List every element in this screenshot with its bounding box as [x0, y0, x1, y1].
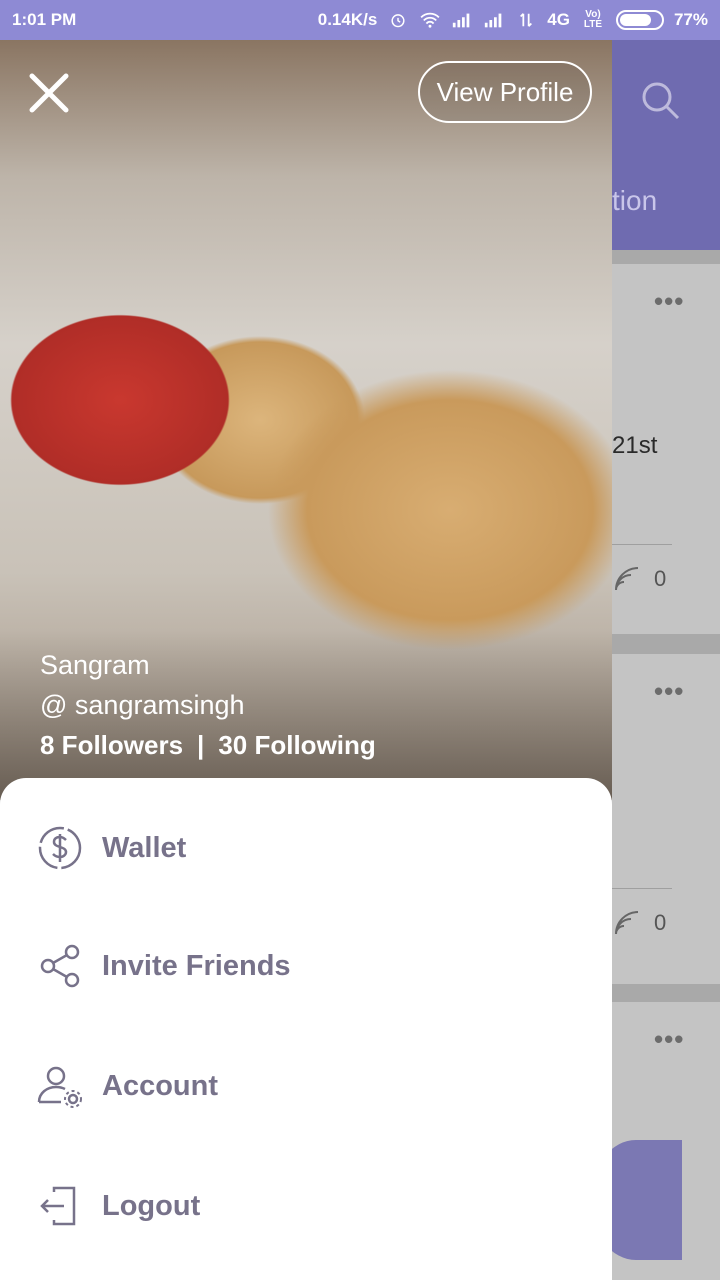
logout-icon	[40, 1186, 76, 1226]
menu-item-label: Invite Friends	[102, 949, 291, 982]
card-count: 0	[654, 910, 667, 935]
followers-count[interactable]: 8 Followers	[40, 730, 183, 761]
card-divider	[612, 888, 672, 889]
background-tab-label[interactable]: tion	[612, 185, 657, 217]
menu-item-logout[interactable]: Logout	[36, 1176, 200, 1236]
volte-badge: Vo) LTE	[583, 9, 603, 30]
stats-separator: |	[197, 730, 205, 760]
more-options-icon[interactable]: •••	[654, 676, 684, 707]
network-speed: 0.14K/s	[317, 10, 378, 29]
close-icon[interactable]	[24, 68, 74, 118]
share-icon	[40, 944, 80, 988]
signal-icon	[453, 13, 470, 28]
card-stat: 0	[612, 564, 666, 594]
menu-item-account[interactable]: Account	[36, 1056, 218, 1116]
account-settings-icon	[37, 1066, 82, 1108]
more-options-icon[interactable]: •••	[654, 286, 684, 317]
menu-item-label: Wallet	[102, 831, 187, 864]
background-card[interactable]: ••• 21st 0	[612, 264, 720, 634]
data-transfer-icon	[520, 13, 533, 27]
profile-name: Sangram	[40, 650, 150, 680]
drawer-menu: Wallet Invite Friends Account Logout	[0, 778, 612, 1280]
view-profile-button[interactable]: View Profile	[418, 61, 592, 123]
more-options-icon[interactable]: •••	[654, 1024, 684, 1055]
broadcast-icon	[615, 911, 639, 935]
alarm-icon	[391, 14, 405, 28]
status-bar: 1:01 PM 0.14K/s 4G Vo) LTE 77%	[0, 0, 720, 40]
battery-icon	[615, 10, 664, 30]
following-count[interactable]: 30 Following	[218, 730, 375, 761]
signal-icon-2	[485, 13, 502, 28]
broadcast-icon	[615, 567, 639, 591]
screen: 1:01 PM 0.14K/s 4G Vo) LTE 77% tion ••• 2…	[0, 0, 720, 1280]
status-time: 1:01 PM	[12, 10, 77, 29]
search-icon[interactable]	[638, 78, 682, 122]
background-card[interactable]: ••• 0	[612, 654, 720, 984]
battery-percent: 77%	[673, 10, 708, 29]
wifi-icon	[420, 12, 440, 28]
status-indicators: 0.14K/s 4G Vo) LTE 77%	[318, 10, 708, 30]
card-count: 0	[654, 566, 667, 591]
navigation-drawer: View Profile Sangram @ sangramsingh 8 Fo…	[0, 40, 612, 1280]
card-text: 21st	[612, 432, 658, 459]
profile-cover-photo: View Profile Sangram @ sangramsingh 8 Fo…	[0, 40, 612, 800]
card-divider	[612, 544, 672, 545]
wallet-dollar-icon	[38, 826, 82, 870]
menu-item-invite-friends[interactable]: Invite Friends	[36, 936, 291, 996]
profile-handle: @ sangramsingh	[40, 690, 245, 720]
menu-item-label: Account	[102, 1069, 218, 1102]
network-type: 4G	[547, 10, 570, 29]
menu-item-label: Logout	[102, 1189, 201, 1222]
menu-item-wallet[interactable]: Wallet	[36, 818, 186, 878]
profile-stats: 8 Followers | 30 Following	[40, 730, 376, 761]
card-stat: 0	[612, 908, 666, 938]
